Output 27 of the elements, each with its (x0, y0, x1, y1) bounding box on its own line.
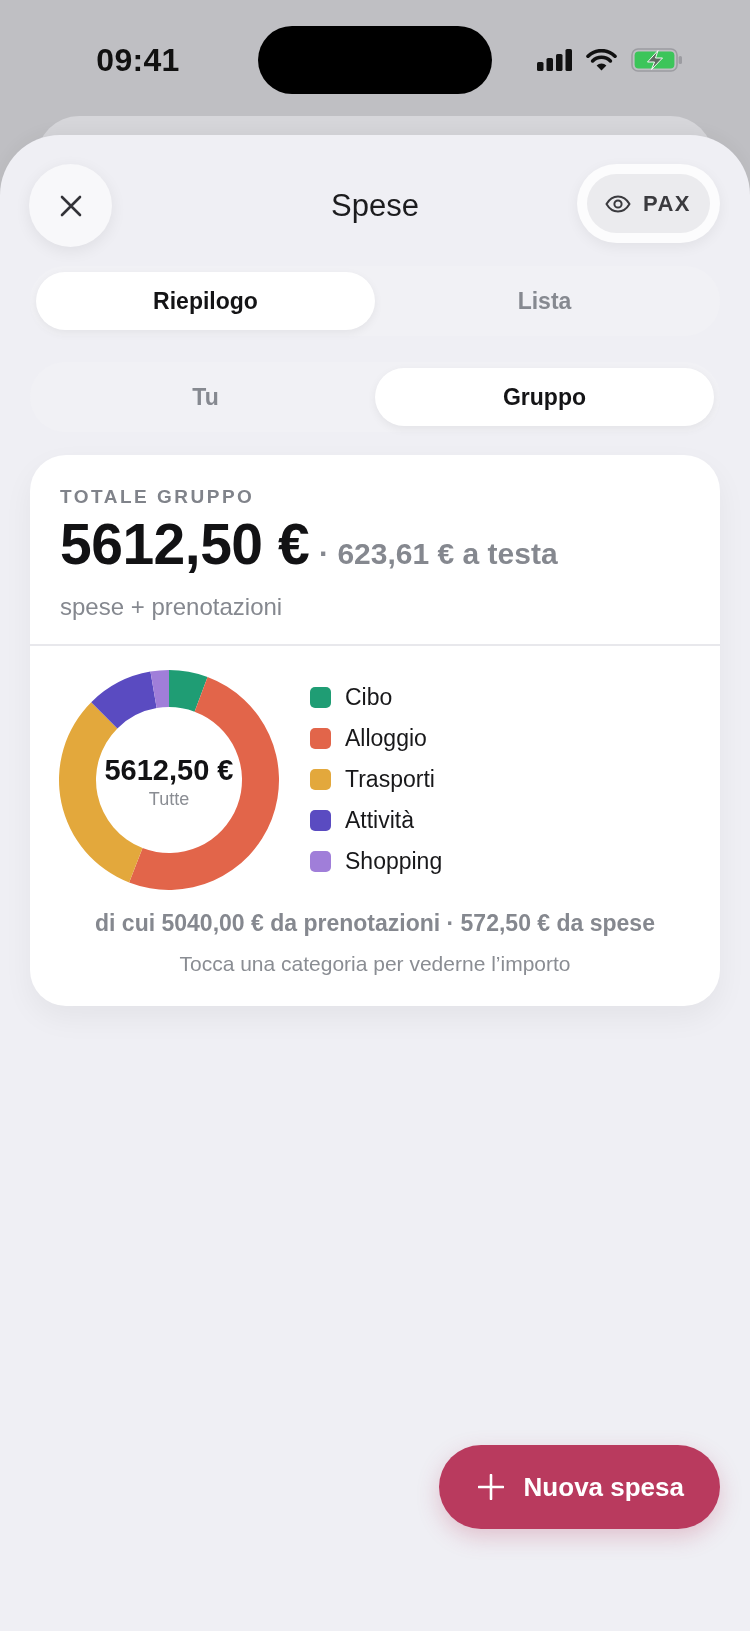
donut-slice[interactable] (150, 669, 169, 708)
total-subtitle: spese + prenotazioni (60, 592, 284, 622)
eye-icon (604, 194, 631, 213)
section-label: TOTALE GRUPPO (60, 485, 256, 508)
chart-center-value: 5612,50 € (104, 753, 234, 786)
legend-item[interactable]: Trasporti (310, 759, 443, 800)
chart-center-label: Tutte (148, 787, 190, 810)
status-time: 09:41 (96, 41, 180, 79)
tab[interactable]: Gruppo (375, 368, 714, 426)
legend-item[interactable]: Cibo (310, 677, 443, 718)
plus-icon (477, 1474, 504, 1500)
signal-icon (537, 49, 572, 71)
legend-item[interactable]: Alloggio (310, 718, 443, 759)
screen-title: Spese (331, 187, 419, 224)
hint-text: Tocca una categoria per vederne l’importo (178, 950, 572, 977)
total-amount: 5612,50 € (60, 512, 310, 576)
per-person-amount: · 623,61 € a testa (319, 536, 558, 572)
close-icon (59, 194, 82, 217)
donut-slice[interactable] (91, 671, 157, 728)
breakdown-text: di cui 5040,00 € da prenotazioni · 572,50 € da spese (94, 908, 656, 938)
legend-item[interactable]: Attività (310, 800, 443, 841)
new-expense-button[interactable]: Nuova spesa (438, 1445, 720, 1529)
battery-charging-icon (631, 48, 683, 72)
wifi-icon (586, 49, 617, 71)
legend-item[interactable]: Shopping (310, 841, 443, 882)
pax-button[interactable]: PAX (576, 164, 720, 243)
tab[interactable]: Riepilogo (36, 272, 375, 330)
